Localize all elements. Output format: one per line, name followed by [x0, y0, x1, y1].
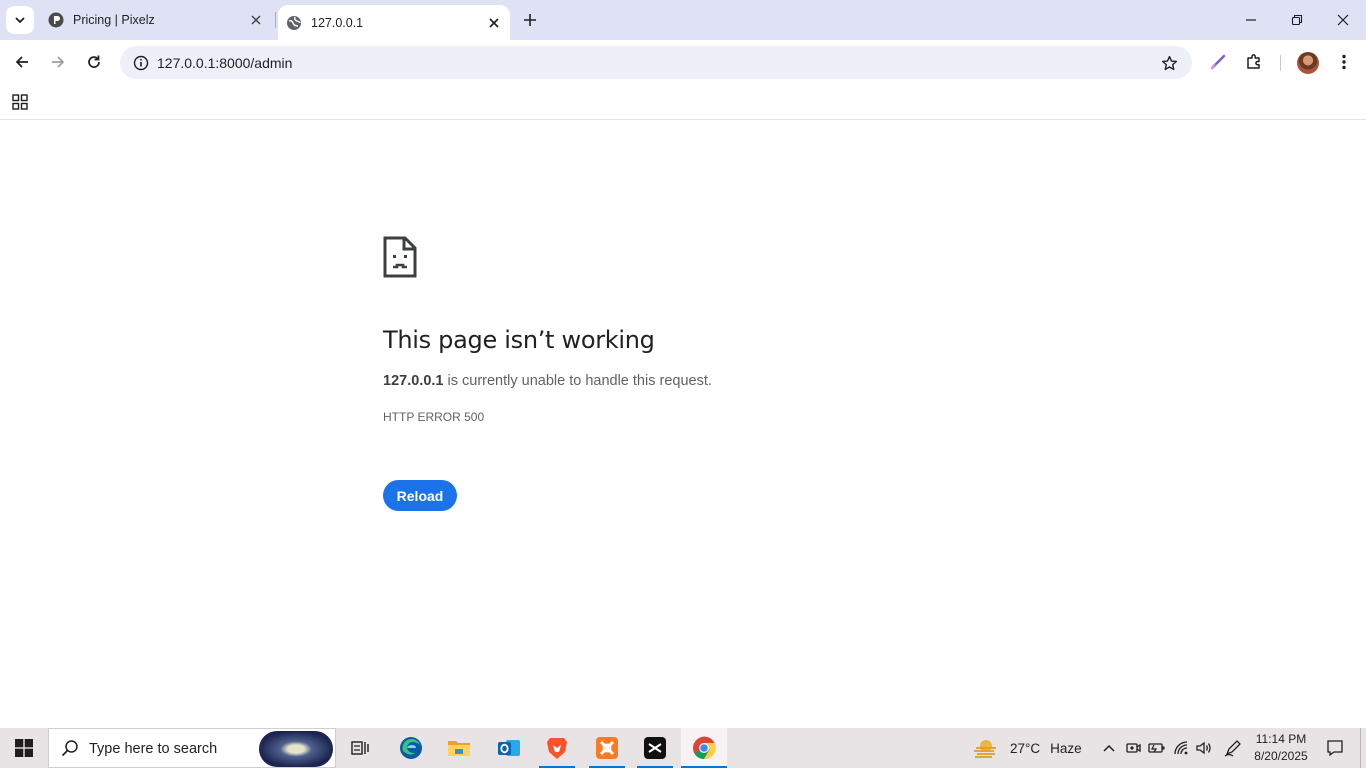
weather-widget[interactable]: 27°C Haze: [972, 728, 1082, 768]
windows-taskbar: Type here to search 27°C Haze 11:14 PM 8…: [0, 728, 1366, 768]
edge-icon: [400, 737, 422, 759]
volume-icon[interactable]: [1194, 738, 1214, 758]
forward-button[interactable]: [44, 48, 72, 76]
start-button[interactable]: [0, 728, 48, 768]
xampp-taskbar-app[interactable]: [584, 728, 630, 768]
tab-localhost[interactable]: 127.0.0.1: [278, 5, 510, 40]
error-message: 127.0.0.1 is currently unable to handle …: [383, 373, 712, 389]
kebab-menu-icon: [1342, 54, 1346, 70]
restore-icon: [1291, 14, 1303, 26]
task-view-button[interactable]: [337, 728, 383, 768]
close-icon: [1337, 14, 1349, 26]
new-tab-button[interactable]: [518, 8, 542, 32]
tab-close-icon[interactable]: [484, 13, 504, 33]
tab-strip: Pricing | Pixelz 127.0.0.1: [0, 0, 1366, 40]
capcut-icon: [644, 737, 666, 759]
notification-icon: [1327, 740, 1343, 757]
weather-temp: 27°C: [1010, 740, 1041, 756]
task-view-icon: [351, 741, 369, 755]
weather-condition: Haze: [1050, 740, 1082, 756]
globe-icon: [286, 15, 302, 31]
extensions-button[interactable]: [1240, 48, 1268, 76]
browser-toolbar: 127.0.0.1:8000/admin: [0, 40, 1366, 85]
info-icon[interactable]: [128, 50, 154, 76]
file-explorer-taskbar-app[interactable]: [436, 728, 482, 768]
toolbar-divider: [1280, 55, 1281, 71]
tab-pricing-pixelz[interactable]: Pricing | Pixelz: [38, 0, 272, 40]
minimize-icon: [1246, 19, 1256, 21]
restore-button[interactable]: [1274, 0, 1320, 40]
wifi-icon[interactable]: [1172, 738, 1192, 758]
error-description: is currently unable to handle this reque…: [443, 373, 712, 389]
sad-page-icon: [383, 236, 417, 278]
close-window-button[interactable]: [1320, 0, 1366, 40]
tab-separator: [275, 12, 276, 28]
haze-weather-icon: [974, 740, 996, 758]
tab-search-button[interactable]: [6, 6, 34, 34]
capcut-taskbar-app[interactable]: [632, 728, 678, 768]
minimize-button[interactable]: [1228, 0, 1274, 40]
back-arrow-icon: [15, 56, 28, 68]
outlook-taskbar-app[interactable]: [486, 728, 532, 768]
outlook-icon: [498, 740, 520, 756]
reload-button[interactable]: [80, 48, 108, 76]
edge-taskbar-app[interactable]: [388, 728, 434, 768]
clock-date: 8/20/2025: [1254, 749, 1308, 763]
chrome-taskbar-app[interactable]: [681, 728, 727, 768]
plus-icon: [524, 14, 536, 26]
error-title: This page isn’t working: [383, 326, 655, 354]
chrome-menu-button[interactable]: [1330, 48, 1358, 76]
tab-close-icon[interactable]: [246, 10, 266, 30]
pen-icon: [1210, 54, 1226, 70]
reload-page-button[interactable]: Reload: [383, 480, 457, 511]
error-code: HTTP ERROR 500: [383, 410, 485, 424]
brave-lion-icon: [547, 738, 567, 759]
show-hidden-icons-chevron-up-icon[interactable]: [1099, 738, 1119, 758]
show-desktop-button[interactable]: [1360, 728, 1366, 768]
apps-button[interactable]: [8, 90, 32, 114]
url-text[interactable]: 127.0.0.1:8000/admin: [157, 55, 292, 71]
bookmark-star-icon[interactable]: [1156, 50, 1182, 76]
chevron-down-icon: [15, 17, 25, 24]
tab-title: 127.0.0.1: [311, 15, 364, 30]
notification-center-button[interactable]: [1320, 728, 1350, 768]
reload-icon: [88, 55, 100, 68]
folder-icon: [448, 741, 470, 756]
pen-extension-button[interactable]: [1204, 48, 1232, 76]
back-button[interactable]: [8, 48, 36, 76]
search-icon: [61, 740, 78, 757]
system-clock[interactable]: 11:14 PM 8/20/2025: [1246, 731, 1316, 765]
error-host: 127.0.0.1: [383, 373, 444, 389]
pen-menu-icon[interactable]: [1223, 738, 1243, 758]
page-content: This page isn’t working 127.0.0.1 is cur…: [0, 121, 1366, 728]
puzzle-icon: [1247, 54, 1260, 69]
apps-grid-icon: [12, 94, 28, 110]
pixelz-favicon-icon: [48, 12, 64, 28]
meet-now-icon[interactable]: [1123, 738, 1143, 758]
profile-avatar[interactable]: [1297, 52, 1319, 74]
tab-title: Pricing | Pixelz: [73, 13, 155, 27]
xampp-icon: [596, 737, 618, 759]
search-placeholder: Type here to search: [89, 741, 218, 757]
brave-taskbar-app[interactable]: [534, 728, 580, 768]
battery-icon[interactable]: [1147, 738, 1167, 758]
chrome-icon: [693, 736, 716, 760]
search-highlight-image[interactable]: [259, 731, 333, 767]
address-bar[interactable]: 127.0.0.1:8000/admin: [120, 46, 1192, 79]
windows-logo-icon: [15, 739, 33, 757]
bookmarks-bar: [0, 85, 1366, 120]
clock-time: 11:14 PM: [1255, 732, 1307, 746]
forward-arrow-icon: [52, 56, 65, 68]
taskbar-search-box[interactable]: Type here to search: [48, 728, 336, 768]
